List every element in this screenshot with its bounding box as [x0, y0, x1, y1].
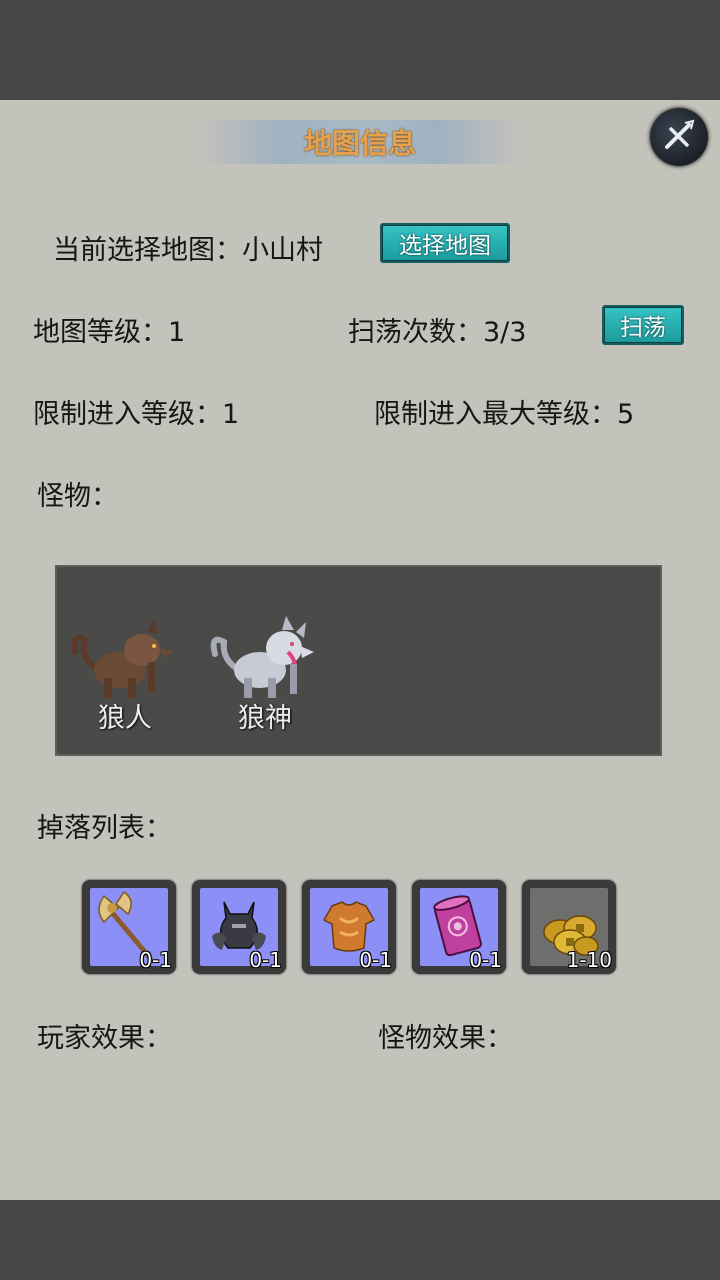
sweep-button[interactable]: 扫荡: [602, 305, 684, 345]
drop-item-scroll[interactable]: 0-1: [412, 880, 506, 974]
monster-name: 狼人: [98, 703, 152, 734]
drop-item-helmet[interactable]: 0-1: [192, 880, 286, 974]
monster-name: 狼神: [238, 703, 292, 734]
drop-item-gold[interactable]: 1-10: [522, 880, 616, 974]
werewolf-icon: [71, 618, 174, 698]
select-map-button[interactable]: 选择地图: [380, 223, 510, 263]
max-level-label: 限制进入最大等级：5: [374, 399, 635, 430]
drop-count: 0-1: [469, 948, 502, 972]
close-button[interactable]: [650, 108, 708, 166]
drop-item-armor[interactable]: 0-1: [302, 880, 396, 974]
map-info-panel: 地图信息 当前选择地图：小山村 选择地图 地图等级：1 扫荡次数：3/3 扫荡 …: [0, 100, 720, 1200]
monster-werewolf[interactable]: 狼人: [70, 612, 180, 734]
drops-label: 掉落列表：: [37, 813, 172, 844]
drop-item-axe[interactable]: 0-1: [82, 880, 176, 974]
map-level-label: 地图等级：1: [33, 317, 186, 348]
monster-wolf-god[interactable]: 狼神: [210, 612, 320, 734]
min-level-label: 限制进入等级：1: [33, 399, 240, 430]
wolf-god-icon: [210, 616, 314, 698]
page-title: 地图信息: [303, 127, 416, 160]
monster-list: 狼人 狼神: [55, 565, 662, 756]
drop-count: 0-1: [139, 948, 172, 972]
title-bar: 地图信息: [200, 120, 520, 164]
drop-count: 1-10: [566, 948, 612, 972]
drop-count: 0-1: [249, 948, 282, 972]
current-map-label: 当前选择地图：小山村: [53, 235, 323, 266]
sweep-count-label: 扫荡次数：3/3: [348, 317, 527, 348]
drop-count: 0-1: [359, 948, 392, 972]
close-icon: [665, 119, 695, 149]
monster-effect-label: 怪物效果：: [378, 1023, 513, 1054]
monsters-label: 怪物：: [37, 481, 118, 512]
player-effect-label: 玩家效果：: [37, 1023, 172, 1054]
